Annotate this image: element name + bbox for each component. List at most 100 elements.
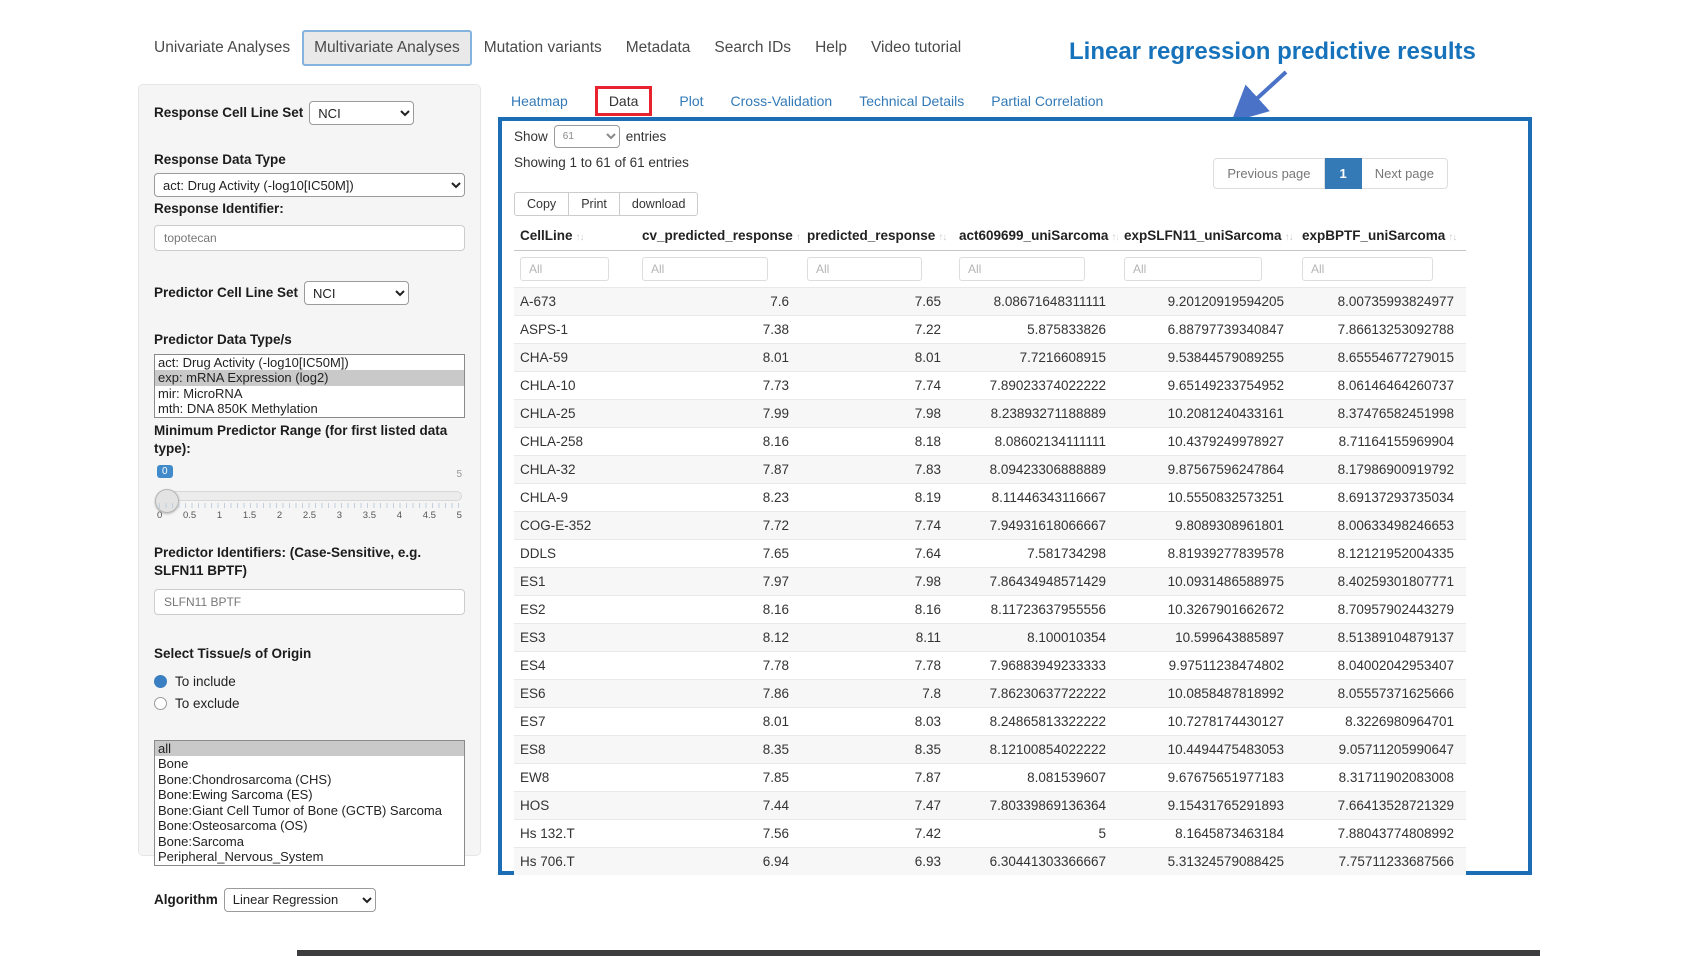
- column-filter-input[interactable]: [1124, 257, 1262, 281]
- nav-item-mutation-variants[interactable]: Mutation variants: [472, 30, 614, 66]
- column-filter-input[interactable]: [520, 257, 609, 281]
- column-header-predicted_response[interactable]: predicted_response↑↓: [801, 221, 953, 251]
- radio-to-exclude[interactable]: To exclude: [154, 696, 465, 711]
- predictor-data-types-label: Predictor Data Type/s: [154, 331, 465, 349]
- column-filter-input[interactable]: [642, 257, 768, 281]
- column-header-cellline[interactable]: CellLine↑↓: [514, 221, 636, 251]
- value-cell: 7.65: [801, 288, 953, 316]
- column-header-expbptf_unisarcoma[interactable]: expBPTF_uniSarcoma↑↓: [1296, 221, 1466, 251]
- table-row[interactable]: ES78.018.038.2486581332222210.7278174430…: [514, 708, 1466, 736]
- listbox-option[interactable]: Bone:Osteosarcoma (OS): [155, 818, 464, 834]
- tab-heatmap[interactable]: Heatmap: [511, 93, 568, 109]
- previous-page-button[interactable]: Previous page: [1213, 158, 1324, 189]
- listbox-option[interactable]: Bone:Sarcoma: [155, 834, 464, 850]
- radio-to-include[interactable]: To include: [154, 674, 465, 689]
- next-page-button[interactable]: Next page: [1362, 158, 1448, 189]
- tab-plot[interactable]: Plot: [679, 93, 703, 109]
- table-row[interactable]: ES67.867.87.8623063772222210.08584878189…: [514, 680, 1466, 708]
- listbox-option[interactable]: exp: mRNA Expression (log2): [155, 370, 464, 386]
- listbox-option[interactable]: Bone:Chondrosarcoma (CHS): [155, 772, 464, 788]
- value-cell: 8.100010354: [953, 624, 1118, 652]
- table-row[interactable]: EW87.857.878.0815396079.676756519771838.…: [514, 764, 1466, 792]
- sort-icon[interactable]: ↑↓: [796, 232, 801, 243]
- listbox-option[interactable]: mir: MicroRNA: [155, 386, 464, 402]
- listbox-option[interactable]: act: Drug Activity (-log10[IC50M]): [155, 355, 464, 371]
- tissue-origin-radios: To include To exclude: [154, 674, 465, 711]
- table-row[interactable]: CHA-598.018.017.72166089159.538445790892…: [514, 344, 1466, 372]
- nav-item-metadata[interactable]: Metadata: [614, 30, 703, 66]
- table-row[interactable]: Hs 706.T6.946.936.304413033666675.313245…: [514, 848, 1466, 876]
- value-cell: 10.3267901662672: [1118, 596, 1296, 624]
- table-row[interactable]: HOS7.447.477.803398691363649.15431765291…: [514, 792, 1466, 820]
- nav-item-help[interactable]: Help: [803, 30, 859, 66]
- listbox-option[interactable]: Bone: [155, 756, 464, 772]
- listbox-option[interactable]: all: [155, 741, 464, 757]
- current-page-button[interactable]: 1: [1325, 158, 1362, 189]
- value-cell: 7.6: [636, 288, 801, 316]
- tab-technical-details[interactable]: Technical Details: [859, 93, 964, 109]
- table-row[interactable]: ASPS-17.387.225.8758338266.8879773934084…: [514, 316, 1466, 344]
- table-row[interactable]: ES47.787.787.968839492333339.97511238474…: [514, 652, 1466, 680]
- sort-icon[interactable]: ↑↓: [938, 232, 946, 243]
- nav-item-multivariate-analyses[interactable]: Multivariate Analyses: [302, 30, 472, 66]
- predictor-cell-line-set-select[interactable]: NCI: [304, 281, 409, 305]
- tab-cross-validation[interactable]: Cross-Validation: [731, 93, 833, 109]
- table-row[interactable]: CHLA-98.238.198.1144634311666710.5550832…: [514, 484, 1466, 512]
- nav-item-univariate-analyses[interactable]: Univariate Analyses: [142, 30, 302, 66]
- value-cell: 10.4494475483053: [1118, 736, 1296, 764]
- nav-item-search-ids[interactable]: Search IDs: [702, 30, 803, 66]
- table-row[interactable]: CHLA-2588.168.188.0860213411111110.43792…: [514, 428, 1466, 456]
- copy-button[interactable]: Copy: [514, 192, 569, 216]
- tab-partial-correlation[interactable]: Partial Correlation: [991, 93, 1103, 109]
- table-row[interactable]: ES28.168.168.1172363795555610.3267901662…: [514, 596, 1466, 624]
- value-cell: 8.19: [801, 484, 953, 512]
- radio-dot-icon: [154, 697, 167, 710]
- slider-tick-label: 1: [217, 510, 222, 521]
- cellline-cell: EW8: [514, 764, 636, 792]
- value-cell: 8.69137293735034: [1296, 484, 1466, 512]
- bottom-strip: [297, 950, 1540, 956]
- predictor-identifiers-input[interactable]: [154, 589, 465, 615]
- response-data-type-select[interactable]: act: Drug Activity (-log10[IC50M]): [154, 173, 465, 197]
- column-filter-input[interactable]: [1302, 257, 1433, 281]
- column-filter-input[interactable]: [807, 257, 922, 281]
- listbox-option[interactable]: Peripheral_Nervous_System: [155, 849, 464, 865]
- table-row[interactable]: ES17.977.987.8643494857142910.0931486588…: [514, 568, 1466, 596]
- table-row[interactable]: CHLA-327.877.838.094233068888899.8756759…: [514, 456, 1466, 484]
- sort-icon[interactable]: ↑↓: [1448, 232, 1456, 243]
- table-row[interactable]: CHLA-107.737.747.890233740222229.6514923…: [514, 372, 1466, 400]
- table-row[interactable]: ES38.128.118.10001035410.5996438858978.5…: [514, 624, 1466, 652]
- table-row[interactable]: Hs 132.T7.567.4258.16458734631847.880437…: [514, 820, 1466, 848]
- slider-track[interactable]: [157, 491, 462, 501]
- nav-item-video-tutorial[interactable]: Video tutorial: [859, 30, 973, 66]
- sort-icon[interactable]: ↑↓: [1111, 232, 1118, 243]
- print-button[interactable]: Print: [568, 192, 620, 216]
- table-row[interactable]: DDLS7.657.647.5817342988.819392778395788…: [514, 540, 1466, 568]
- predictor-cell-line-set-label: Predictor Cell Line Set: [154, 284, 298, 302]
- listbox-option[interactable]: Bone:Giant Cell Tumor of Bone (GCTB) Sar…: [155, 803, 464, 819]
- response-cell-line-set-select[interactable]: NCI: [309, 101, 414, 125]
- tab-data[interactable]: Data: [595, 86, 653, 116]
- table-row[interactable]: CHLA-257.997.988.2389327118888910.208124…: [514, 400, 1466, 428]
- column-header-cv_predicted_response[interactable]: cv_predicted_response↑↓: [636, 221, 801, 251]
- sort-icon[interactable]: ↑↓: [576, 232, 584, 243]
- response-identifier-input[interactable]: [154, 225, 465, 251]
- value-cell: 7.75711233687566: [1296, 848, 1466, 876]
- column-filter-input[interactable]: [959, 257, 1085, 281]
- show-entries-select[interactable]: 61: [554, 125, 620, 148]
- slider-tick-label: 1.5: [243, 510, 256, 521]
- listbox-option[interactable]: mth: DNA 850K Methylation: [155, 401, 464, 417]
- value-cell: 9.97511238474802: [1118, 652, 1296, 680]
- min-predictor-range-slider: 0 5 00.511.522.533.544.55: [157, 486, 462, 534]
- listbox-option[interactable]: Bone:Ewing Sarcoma (ES): [155, 787, 464, 803]
- column-header-expslfn11_unisarcoma[interactable]: expSLFN11_uniSarcoma↑↓: [1118, 221, 1296, 251]
- value-cell: 8.1645873463184: [1118, 820, 1296, 848]
- table-row[interactable]: ES88.358.358.1210085402222210.4494475483…: [514, 736, 1466, 764]
- algorithm-select[interactable]: Linear Regression: [224, 888, 376, 912]
- table-row[interactable]: COG-E-3527.727.747.949316180666679.80893…: [514, 512, 1466, 540]
- sort-icon[interactable]: ↑↓: [1285, 232, 1293, 243]
- download-button[interactable]: download: [619, 192, 699, 216]
- table-row[interactable]: A-6737.67.658.086716483111119.2012091959…: [514, 288, 1466, 316]
- column-header-act609699_unisarcoma[interactable]: act609699_uniSarcoma↑↓: [953, 221, 1118, 251]
- value-cell: 8.16: [801, 596, 953, 624]
